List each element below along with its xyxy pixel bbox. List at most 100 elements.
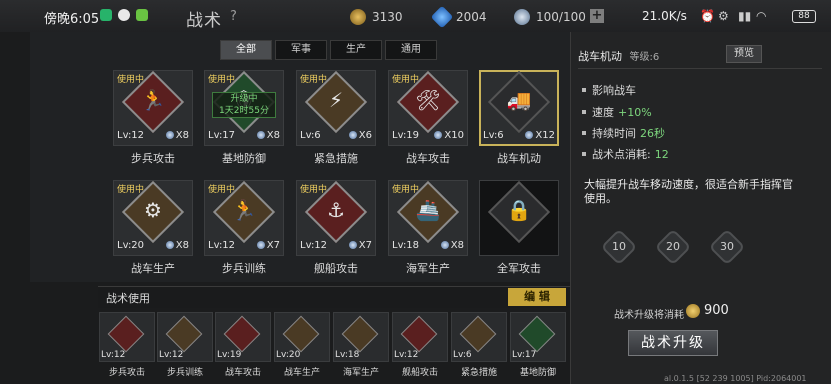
card-count: X8 [257, 130, 280, 141]
detail-title: 战车机动 [578, 50, 622, 63]
gold-coin-icon [686, 304, 700, 318]
card-name: 紧急措施 [314, 152, 358, 165]
level-number: 20 [666, 240, 680, 253]
gold-coin-icon [350, 9, 366, 25]
wifi-icon: ◠ [756, 9, 767, 23]
tactic-card-ship-attack[interactable]: 使用中 ⚓ Lv:12 X7 舰船攻击 [296, 180, 376, 284]
card-level: Lv:19 [392, 130, 420, 141]
tactic-description: 大幅提升战车移动速度，很适合新手指挥官使用。 [584, 178, 793, 205]
level-30-button[interactable]: 30 [708, 228, 746, 266]
gear-icon: ⚙ [144, 198, 162, 222]
tactic-card-tank-production[interactable]: 使用中 ⚙ Lv:20 X8 战车生产 [113, 180, 193, 284]
upgrade-cost-label: 战术升级将消耗 [614, 310, 684, 321]
bullet-icon [582, 152, 586, 156]
lightning-icon: ⚡ [328, 88, 344, 112]
level-20-button[interactable]: 20 [654, 228, 692, 266]
mini-level: Lv:6 [453, 350, 472, 360]
card-count: X8 [166, 240, 189, 251]
tab-production[interactable]: 生产 [330, 40, 382, 60]
equipped-tactic[interactable]: Lv:19 战车攻击 [215, 312, 271, 380]
tab-military[interactable]: 军事 [275, 40, 327, 60]
attr-row: 影响战车 [582, 82, 640, 98]
infantry-icon: 🏃 [231, 198, 257, 222]
tactic-card-base-defense[interactable]: 使用中 🛡 升级中 1天2时55分 Lv:17 X8 基地防御 [204, 70, 284, 174]
capacity-resource: 100/100 [514, 8, 586, 26]
level-number: 10 [612, 240, 626, 253]
equipped-tactic[interactable]: Lv:6 紧急措施 [451, 312, 507, 380]
tactic-card-all-army-attack[interactable]: 🔒 全军攻击 [479, 180, 559, 284]
bullet-icon [582, 110, 586, 114]
card-level: Lv:20 [117, 240, 145, 251]
divider [578, 68, 822, 69]
tactic-card-infantry-attack[interactable]: 使用中 🏃 Lv:12 X8 步兵攻击 [113, 70, 193, 174]
section-title: 战术使用 [106, 292, 150, 305]
mini-name: 海军生产 [342, 368, 379, 378]
mini-level: Lv:17 [512, 350, 537, 360]
attr-label: 速度 [592, 106, 614, 119]
tactic-point-icon [514, 9, 530, 25]
level-number: 30 [720, 240, 734, 253]
card-name: 舰船攻击 [314, 262, 358, 275]
mini-level: Lv:12 [101, 350, 126, 360]
equipped-tactic[interactable]: Lv:12 步兵训练 [157, 312, 213, 380]
upgrade-status: 升级中 [230, 94, 258, 104]
card-count: X12 [525, 130, 555, 141]
anchor-icon: ⚓ [327, 198, 345, 222]
tactic-card-emergency[interactable]: 使用中 ⚡ Lv:6 X6 紧急措施 [296, 70, 376, 174]
mini-name: 战车攻击 [224, 368, 261, 378]
attr-row: 速度 +10% [582, 104, 652, 120]
diamond-value: 2004 [456, 10, 487, 24]
equipped-tactic[interactable]: Lv:12 舰船攻击 [392, 312, 448, 380]
equipped-tactic[interactable]: Lv:18 海军生产 [333, 312, 389, 380]
detail-level: 等级:6 [629, 52, 660, 63]
lock-icon: 🔒 [506, 198, 532, 222]
tactic-card-navy-production[interactable]: 使用中 🚢 Lv:18 X8 海军生产 [388, 180, 468, 284]
equipped-tactic[interactable]: Lv:12 步兵攻击 [99, 312, 155, 380]
equipped-tactic[interactable]: Lv:17 基地防御 [510, 312, 566, 380]
mini-name: 步兵攻击 [108, 368, 145, 378]
tab-all[interactable]: 全部 [220, 40, 272, 60]
upgrade-remaining: 1天2时55分 [219, 106, 269, 116]
card-level: Lv:6 [300, 130, 321, 141]
tab-general[interactable]: 通用 [385, 40, 437, 60]
equipped-tactic[interactable]: Lv:20 战车生产 [274, 312, 330, 380]
card-count: X7 [257, 240, 280, 251]
mini-level: Lv:12 [159, 350, 184, 360]
version-string: al.0.1.5 [52 239 1005] Pid:2064001 [664, 374, 807, 383]
card-name: 战车攻击 [406, 152, 450, 165]
diamond-icon [430, 5, 454, 29]
page-title: 战术 [186, 11, 222, 31]
preview-button[interactable]: 预览 [726, 45, 762, 63]
ship-icon: 🚢 [415, 198, 441, 222]
tank-icon: 🚚 [506, 88, 532, 112]
tank-icon: 🛠 [415, 88, 441, 112]
card-level: Lv:18 [392, 240, 420, 251]
edit-button[interactable]: 编 辑 [508, 288, 566, 306]
app-notification-icon [136, 9, 148, 21]
gold-resource: 3130 [350, 8, 403, 26]
attr-label: 持续时间 [592, 127, 636, 140]
card-name: 步兵训练 [222, 262, 266, 275]
card-count: X6 [349, 130, 372, 141]
bullet-icon [582, 131, 586, 135]
tactic-card-tank-attack[interactable]: 使用中 🛠 Lv:19 X10 战车攻击 [388, 70, 468, 174]
attr-value: +10% [618, 106, 652, 119]
app-notification-icon [100, 9, 112, 21]
tactic-upgrade-button[interactable]: 战术升级 [628, 330, 718, 356]
card-count: X7 [349, 240, 372, 251]
category-tabs: 全部 军事 生产 通用 [220, 40, 437, 60]
add-capacity-button[interactable]: + [590, 9, 604, 23]
tactic-card-infantry-training[interactable]: 使用中 🏃 Lv:12 X7 步兵训练 [204, 180, 284, 284]
infantry-icon: 🏃 [140, 88, 166, 112]
diamond-resource: 2004 [430, 5, 487, 29]
help-icon[interactable]: ? [230, 9, 237, 24]
mini-name: 步兵训练 [166, 368, 203, 378]
card-name: 海军生产 [406, 262, 450, 275]
mini-level: Lv:19 [217, 350, 242, 360]
mini-name: 基地防御 [519, 368, 556, 378]
tactic-card-tank-mobility[interactable]: 🚚 Lv:6 X12 战车机动 [479, 70, 559, 174]
card-level: Lv:12 [208, 240, 236, 251]
level-10-button[interactable]: 10 [600, 228, 638, 266]
mini-name: 舰船攻击 [401, 368, 438, 378]
settings-icon: ⚙ [718, 9, 729, 23]
